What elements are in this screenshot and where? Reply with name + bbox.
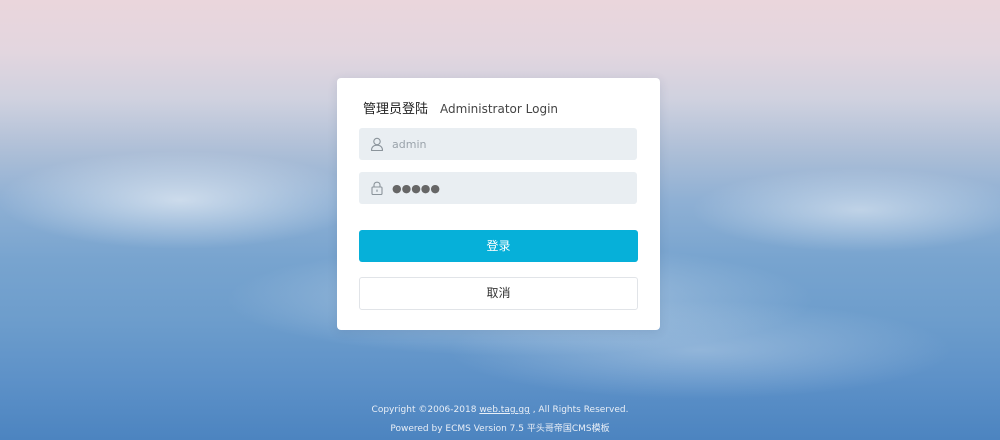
cancel-button[interactable]: 取消 bbox=[359, 277, 638, 310]
login-title: 管理员登陆 Administrator Login bbox=[363, 98, 558, 117]
username-input[interactable] bbox=[392, 128, 627, 160]
password-input[interactable] bbox=[392, 172, 627, 204]
login-title-cn: 管理员登陆 bbox=[363, 102, 429, 117]
copyright-suffix: , All Rights Reserved. bbox=[532, 405, 629, 415]
username-field[interactable] bbox=[359, 128, 637, 160]
copyright-line: Copyright ©2006-2018 web.tag.gg , All Ri… bbox=[0, 405, 1000, 415]
copyright-prefix: Copyright ©2006-2018 bbox=[371, 405, 477, 415]
login-button[interactable]: 登录 bbox=[359, 230, 638, 262]
site-link[interactable]: web.tag.gg bbox=[479, 405, 530, 415]
login-title-en: Administrator Login bbox=[440, 102, 559, 116]
password-field[interactable] bbox=[359, 172, 637, 204]
lock-icon bbox=[369, 180, 385, 196]
powered-by-line: Powered by ECMS Version 7.5 平头哥帝国CMS模板 bbox=[390, 424, 610, 434]
user-icon bbox=[369, 136, 385, 152]
login-card: 管理员登陆 Administrator Login 登录 取消 bbox=[337, 78, 660, 330]
